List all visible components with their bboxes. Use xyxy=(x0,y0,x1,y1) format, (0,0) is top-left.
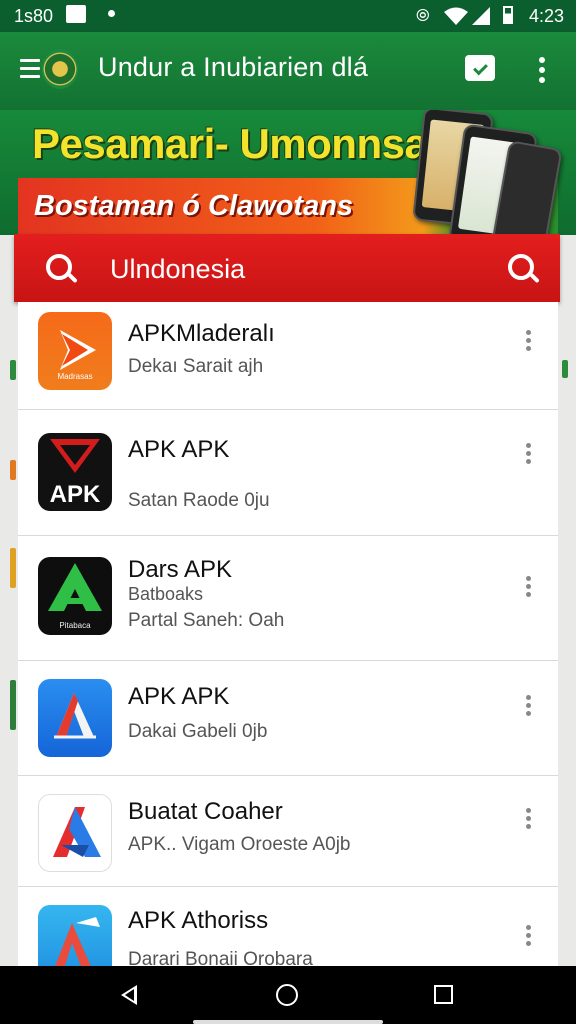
search-icon[interactable] xyxy=(46,254,72,280)
app-name: APKMladeralı xyxy=(128,320,275,347)
side-strip xyxy=(562,360,568,378)
app-icon: Pitabaca xyxy=(38,557,112,635)
vibrate-icon: ⦾ xyxy=(416,6,430,25)
app-subtitle-secondary: Partal Saneh: Oah xyxy=(128,610,285,631)
notification-icon xyxy=(66,5,86,23)
list-item[interactable]: Buatat Coaher APK.. Vigam Oroeste A0jb xyxy=(18,776,558,887)
list-item[interactable]: APK Athoriss Darari Bonaii Orobara xyxy=(18,887,558,966)
app-name: Dars APK xyxy=(128,556,233,583)
app-icon: APK xyxy=(38,433,112,511)
search-submit-icon[interactable] xyxy=(508,254,534,280)
app-name: Buatat Coaher xyxy=(128,798,283,825)
side-strip xyxy=(10,460,16,480)
app-icon xyxy=(38,905,112,966)
battery-icon xyxy=(503,6,513,24)
more-options-icon[interactable] xyxy=(539,57,545,87)
app-name: APK APK xyxy=(128,683,230,710)
chat-icon[interactable] xyxy=(465,55,495,81)
app-subtitle: Dekaı Sarait ajh xyxy=(128,356,264,377)
list-item[interactable]: Pitabaca Dars APK Batboaks Partal Saneh:… xyxy=(18,536,558,661)
app-name: APK Athoriss xyxy=(128,907,269,934)
app-subtitle: Darari Bonaii Orobara xyxy=(128,949,313,966)
app-icon-label: Madrasas xyxy=(57,372,93,381)
wifi-icon xyxy=(444,7,468,30)
status-clock: 4:23 xyxy=(528,6,564,26)
navigation-bar xyxy=(0,966,576,1024)
app-subtitle: APK.. Vigam Oroeste A0jb xyxy=(128,834,351,855)
app-subtitle: Satan Raode 0ju xyxy=(128,490,270,511)
menu-icon[interactable] xyxy=(20,59,40,83)
app-title: Undur a Inubiarien dlá xyxy=(98,52,369,82)
side-strip xyxy=(10,360,16,380)
search-bar[interactable]: Ulndonesia xyxy=(14,234,560,302)
gesture-pill xyxy=(193,1020,383,1024)
app-icon xyxy=(38,794,112,872)
app-icon-label: Pitabaca xyxy=(59,621,91,630)
item-menu-icon[interactable] xyxy=(526,925,532,949)
list-item[interactable]: APK APK APK Satan Raode 0ju xyxy=(18,410,558,536)
logo-icon xyxy=(42,49,78,89)
search-query[interactable]: Ulndonesia xyxy=(110,254,245,285)
item-menu-icon[interactable] xyxy=(526,808,532,832)
item-menu-icon[interactable] xyxy=(526,576,532,600)
list-item[interactable]: Madrasas APKMladeralı Dekaı Sarait ajh xyxy=(18,302,558,410)
status-time: 1s80 xyxy=(14,6,54,26)
banner-headline: Pesamari- Umonnsan xyxy=(32,120,453,167)
recent-apps-icon[interactable] xyxy=(434,985,453,1004)
item-menu-icon[interactable] xyxy=(526,330,532,354)
app-icon xyxy=(38,679,112,757)
status-bar: 1s80 ⦾ 4:23 xyxy=(0,0,576,32)
item-menu-icon[interactable] xyxy=(526,443,532,467)
banner-subline: Bostaman ó Clawotans xyxy=(34,190,354,222)
app-icon: Madrasas xyxy=(38,312,112,390)
app-bar: Undur a Inubiarien dlá xyxy=(0,32,576,110)
app-subtitle: Dakai Gabeli 0jb xyxy=(128,721,268,742)
side-strip xyxy=(10,548,16,588)
side-strip xyxy=(10,680,16,730)
app-name: APK APK xyxy=(128,436,230,463)
promo-banner[interactable]: Pesamari- Umonnsan Bostaman ó Clawotans xyxy=(0,110,576,235)
dot-icon xyxy=(108,10,115,17)
back-icon[interactable] xyxy=(121,985,137,1005)
signal-icon xyxy=(472,7,490,30)
app-subtitle: Batboaks xyxy=(128,584,204,604)
app-icon-label: APK xyxy=(49,481,101,508)
list-item[interactable]: APK APK Dakai Gabeli 0jb xyxy=(18,661,558,776)
item-menu-icon[interactable] xyxy=(526,695,532,719)
home-icon[interactable] xyxy=(276,984,298,1006)
app-list: Madrasas APKMladeralı Dekaı Sarait ajh A… xyxy=(18,302,558,966)
